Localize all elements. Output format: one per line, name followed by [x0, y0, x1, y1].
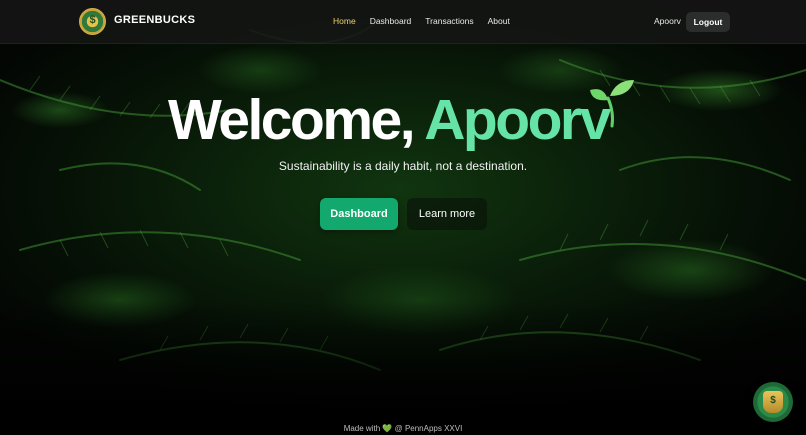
nav-link-dashboard[interactable]: Dashboard — [370, 16, 412, 26]
dashboard-button[interactable]: Dashboard — [320, 198, 398, 230]
hero-bottom-fade — [0, 300, 806, 435]
welcome-user-name: Apoorv — [424, 88, 611, 152]
nav-link-home[interactable]: Home — [333, 16, 356, 26]
nav-link-transactions[interactable]: Transactions — [425, 16, 473, 26]
heart-icon: 💚 — [382, 424, 393, 433]
footer-credit: Made with 💚 @ PennApps XXVI — [0, 424, 806, 433]
nav-link-about[interactable]: About — [488, 16, 510, 26]
emblem-badge-icon: $ — [763, 391, 783, 413]
learn-more-button[interactable]: Learn more — [407, 198, 487, 230]
footer-suffix: @ PennApps XXVI — [394, 424, 463, 433]
sprout-icon — [590, 80, 634, 128]
nav-links: Home Dashboard Transactions About — [333, 16, 510, 26]
floating-emblem-button[interactable]: $ — [753, 382, 793, 422]
footer-prefix: Made with — [343, 424, 381, 433]
hero-tagline: Sustainability is a daily habit, not a d… — [278, 159, 528, 173]
current-user-name: Apoorv — [654, 16, 681, 26]
greenbucks-emblem-icon[interactable]: $ — [79, 8, 106, 35]
welcome-headline: Welcome, Apoorv — [168, 88, 638, 152]
brand-name[interactable]: GREENBUCKS — [114, 14, 195, 26]
welcome-text: Welcome, — [168, 88, 425, 152]
top-navbar: $ GREENBUCKS Home Dashboard Transactions… — [0, 0, 806, 44]
logout-button[interactable]: Logout — [686, 12, 730, 32]
